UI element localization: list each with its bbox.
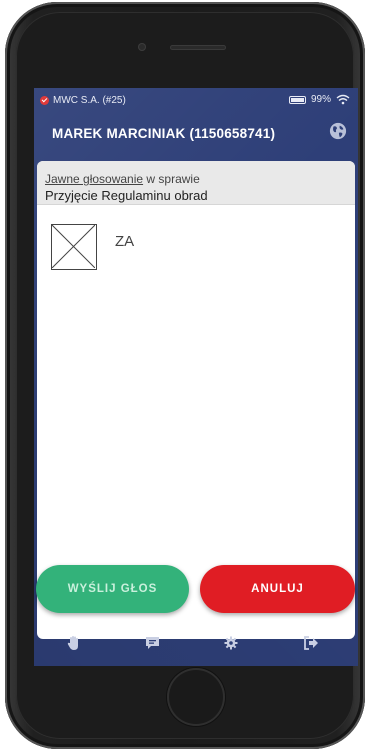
vote-option-label: ZA: [115, 233, 135, 250]
battery-icon: [288, 95, 306, 104]
wifi-icon: [336, 94, 350, 105]
vote-checkbox[interactable]: [51, 224, 97, 270]
globe-icon[interactable]: [329, 122, 347, 140]
message-icon[interactable]: [142, 633, 162, 653]
status-check-icon: [40, 96, 49, 105]
vote-header: Jawne głosowanie w sprawie Przyjęcie Reg…: [37, 161, 355, 205]
cancel-button[interactable]: ANULUJ: [200, 565, 355, 613]
speaker-grille: [170, 45, 226, 50]
battery-percent: 99%: [310, 94, 331, 105]
home-button[interactable]: [167, 668, 225, 726]
app-header: MAREK MARCINIAK (1150658741): [34, 113, 358, 153]
vote-subject: Przyjęcie Regulaminu obrad: [45, 188, 208, 203]
status-bar: MWC S.A. (#25) 99%: [34, 88, 358, 113]
vote-mode-suffix: w sprawie: [143, 172, 200, 186]
vote-option-za[interactable]: ZA: [51, 224, 134, 270]
vote-mode-link[interactable]: Jawne głosowanie: [45, 172, 143, 186]
checkbox-cross-icon: [51, 224, 96, 269]
camera-icon: [138, 43, 146, 51]
carrier-label: MWC S.A. (#25): [53, 95, 126, 106]
action-bar: WYŚLIJ GŁOS ANULUJ: [34, 565, 358, 613]
app-screen: MWC S.A. (#25) 99% MAREK MARCINIAK (1150…: [34, 88, 358, 666]
user-title: MAREK MARCINIAK (1150658741): [52, 126, 276, 141]
gear-icon[interactable]: [221, 633, 241, 653]
bottom-nav: [34, 620, 358, 666]
logout-icon[interactable]: [301, 633, 321, 653]
send-vote-button[interactable]: WYŚLIJ GŁOS: [36, 565, 189, 613]
hand-icon[interactable]: [64, 633, 84, 653]
